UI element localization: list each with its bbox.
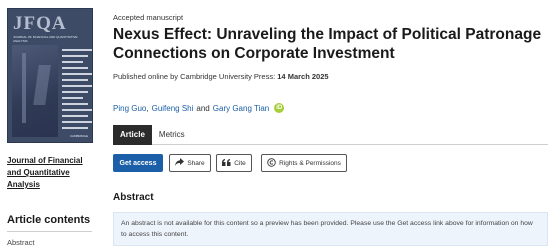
author-separator: , (146, 103, 149, 113)
author-link[interactable]: Guifeng Shi (152, 104, 194, 113)
cover-publisher: CAMBRIDGE (69, 134, 88, 138)
share-arrow-icon (175, 158, 185, 168)
copyright-icon (267, 157, 276, 169)
rights-permissions-button[interactable]: Rights & Permissions (261, 154, 347, 172)
tab-metrics[interactable]: Metrics (152, 125, 192, 145)
cover-subtitle: Journal of Financial and Quantitative An… (13, 35, 78, 43)
published-date: 14 March 2025 (277, 72, 329, 81)
article-type-label: Accepted manuscript (113, 13, 184, 22)
author-list: Ping Guo, Guifeng Shi and Gary Gang Tian… (113, 103, 285, 113)
author-separator: and (196, 103, 210, 113)
article-title: Nexus Effect: Unraveling the Impact of P… (113, 26, 542, 62)
cite-button[interactable]: Cite (216, 154, 252, 172)
author-link[interactable]: Ping Guo (113, 104, 146, 113)
orcid-icon[interactable]: iD (274, 103, 285, 113)
cover-masthead: JFQA (13, 13, 67, 34)
get-access-label: Get access (119, 159, 157, 167)
journal-cover-image[interactable]: JFQA Journal of Financial and Quantitati… (7, 8, 93, 143)
cite-label: Cite (234, 159, 246, 167)
share-label: Share (187, 159, 205, 167)
abstract-notice: An abstract is not available for this co… (113, 212, 548, 246)
author-link[interactable]: Gary Gang Tian (213, 104, 269, 113)
contents-item-abstract[interactable]: Abstract (7, 238, 35, 247)
published-prefix: Published online by Cambridge University… (113, 72, 276, 81)
contents-divider (7, 231, 92, 232)
article-tabs: Article Metrics (113, 125, 548, 145)
share-button[interactable]: Share (169, 154, 211, 172)
tab-article[interactable]: Article (113, 125, 152, 145)
get-access-button[interactable]: Get access (113, 154, 163, 172)
quote-icon (222, 158, 231, 168)
cover-contents-lines (62, 49, 92, 133)
rights-label: Rights & Permissions (279, 159, 341, 167)
cover-photo (12, 45, 58, 137)
article-contents-title: Article contents (7, 214, 91, 226)
published-info: Published online by Cambridge University… (113, 72, 329, 81)
abstract-heading: Abstract (113, 192, 154, 203)
journal-name-link[interactable]: Journal of Financial and Quantitative An… (7, 155, 92, 191)
